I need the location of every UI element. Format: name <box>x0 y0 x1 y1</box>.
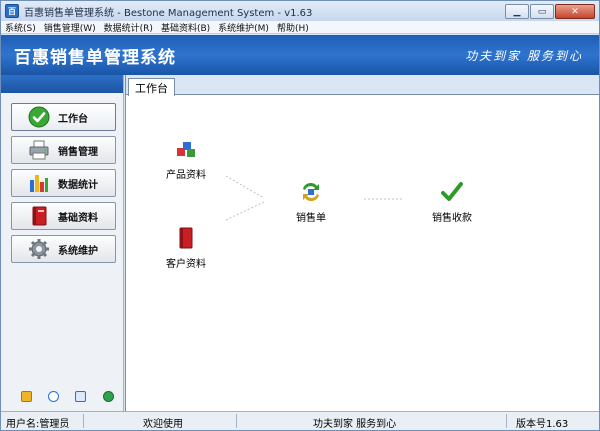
status-user: 用户名:管理员 <box>6 419 70 430</box>
sidebar-item-label: 基础资料 <box>58 212 98 224</box>
printer-icon <box>28 139 50 161</box>
menu-system[interactable]: 系统(S) <box>1 21 40 34</box>
app-logo-icon: 百 <box>5 4 19 18</box>
sidebar-item-statistics[interactable]: 数据统计 <box>11 169 116 197</box>
tab-workbench[interactable]: 工作台 <box>128 78 175 96</box>
close-button[interactable]: ✕ <box>555 4 595 19</box>
menu-sales[interactable]: 销售管理(W) <box>40 21 100 34</box>
gear-icon <box>28 238 50 260</box>
menu-help[interactable]: 帮助(H) <box>273 21 313 34</box>
status-version: 版本号1.63 <box>516 419 569 430</box>
node-sales-order[interactable]: 销售单 <box>296 181 326 224</box>
node-customer-data[interactable]: 客户资料 <box>166 227 206 270</box>
header-banner: 百惠销售单管理系统 功夫到家 服务到心 <box>1 35 599 75</box>
clock-icon[interactable] <box>48 391 59 402</box>
workflow-canvas: 产品资料 客户资料 销售单 销售收款 <box>126 95 600 411</box>
node-label: 产品资料 <box>166 170 206 181</box>
sidebar-item-label: 系统维护 <box>58 245 98 257</box>
window-title: 百惠销售单管理系统 - Bestone Management System - … <box>24 7 313 19</box>
menu-statistics[interactable]: 数据统计(R) <box>100 21 157 34</box>
refresh-arrows-icon <box>299 181 323 206</box>
bar-chart-icon <box>28 172 50 194</box>
status-slogan: 功夫到家 服务到心 <box>313 419 397 430</box>
window-controls: ▁ ▭ ✕ <box>504 4 595 19</box>
check-icon <box>28 106 50 128</box>
node-product-data[interactable]: 产品资料 <box>166 140 206 181</box>
tab-strip: 工作台 <box>126 75 599 96</box>
status-divider <box>83 414 84 428</box>
node-label: 销售单 <box>296 213 326 224</box>
sidebar-header <box>1 75 123 93</box>
main-content: 工作台 产品资料 客户资料 销售单 销售收款 <box>125 75 599 411</box>
search-icon[interactable] <box>75 391 86 402</box>
globe-icon[interactable] <box>103 391 114 402</box>
sidebar-item-workbench[interactable]: 工作台 <box>11 103 116 131</box>
sidebar-toolbar <box>1 391 123 405</box>
menu-maintenance[interactable]: 系统维护(M) <box>214 21 273 34</box>
note-icon[interactable] <box>21 391 32 402</box>
maximize-button[interactable]: ▭ <box>530 4 554 19</box>
sidebar-item-sales-management[interactable]: 销售管理 <box>11 136 116 164</box>
sidebar-item-label: 销售管理 <box>58 146 98 158</box>
minimize-icon: ▁ <box>513 6 521 17</box>
book-icon <box>177 227 195 252</box>
sidebar: 工作台 销售管理 数据统计 基础资料 系统维护 <box>1 75 124 411</box>
checkmark-icon <box>441 181 463 206</box>
cubes-icon <box>175 140 197 163</box>
app-window: 百 百惠销售单管理系统 - Bestone Management System … <box>0 0 600 431</box>
title-bar[interactable]: 百 百惠销售单管理系统 - Bestone Management System … <box>1 1 599 21</box>
node-label: 客户资料 <box>166 259 206 270</box>
sidebar-item-basic-data[interactable]: 基础资料 <box>11 202 116 230</box>
close-icon: ✕ <box>571 6 579 17</box>
node-sales-payment[interactable]: 销售收款 <box>432 181 472 224</box>
status-bar: 用户名:管理员 欢迎使用 功夫到家 服务到心 版本号1.63 <box>1 411 599 430</box>
banner-slogan: 功夫到家 服务到心 <box>465 48 583 63</box>
node-label: 销售收款 <box>432 213 472 224</box>
menu-basic-data[interactable]: 基础资料(B) <box>157 21 214 34</box>
status-divider <box>236 414 237 428</box>
sidebar-item-label: 数据统计 <box>58 179 98 191</box>
banner-title: 百惠销售单管理系统 <box>14 47 176 68</box>
menu-bar: 系统(S) 销售管理(W) 数据统计(R) 基础资料(B) 系统维护(M) 帮助… <box>1 21 599 34</box>
status-welcome: 欢迎使用 <box>143 419 183 430</box>
status-divider <box>506 414 507 428</box>
minimize-button[interactable]: ▁ <box>505 4 529 19</box>
sidebar-item-maintenance[interactable]: 系统维护 <box>11 235 116 263</box>
maximize-icon: ▭ <box>537 6 547 17</box>
sidebar-item-label: 工作台 <box>58 113 88 125</box>
book-icon <box>28 205 50 227</box>
